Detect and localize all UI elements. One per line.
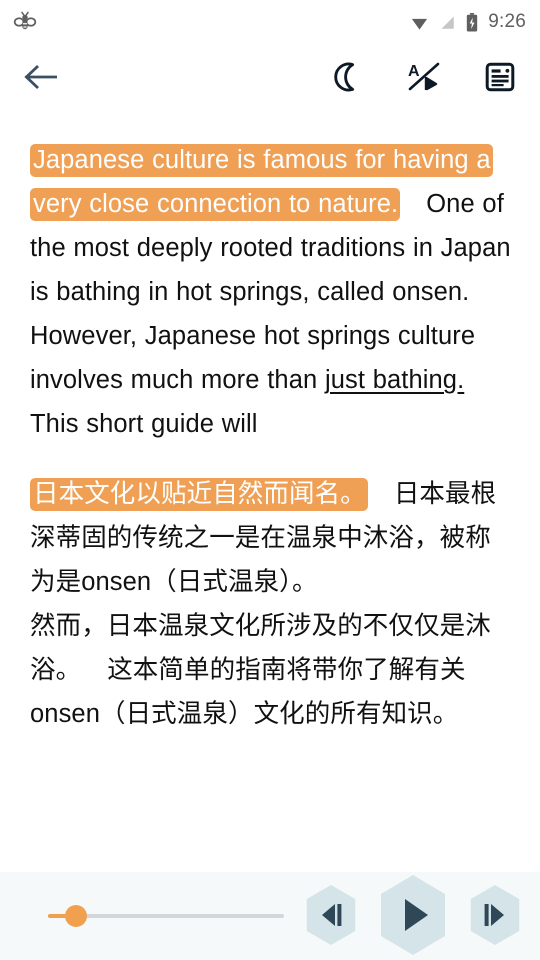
skip-next-icon [466,883,524,950]
skip-previous-icon [302,883,360,950]
play-icon [374,873,452,960]
player-bar [0,872,540,960]
next-button[interactable] [466,883,524,950]
paragraph-chinese-rest-3: 这本简单的指南将带你了解有关onsen（日式温泉）文化的所有知识。 [30,656,466,728]
app-toolbar: A [0,44,540,110]
highlighted-sentence-chinese[interactable]: 日本文化以贴近自然而闻名。 [30,478,368,511]
highlighted-sentence-english[interactable]: Japanese culture is famous for having a … [30,144,493,221]
audio-text-sync-button[interactable]: A [404,57,444,97]
battery-charging-icon [465,12,479,32]
bee-icon [12,9,38,35]
svg-text:A: A [408,63,420,80]
previous-button[interactable] [302,883,360,950]
status-bar-left [12,9,38,35]
underlined-sentence-english[interactable]: just bathing. [325,366,464,394]
slider-thumb[interactable] [65,905,88,927]
paragraph-english-rest-2: This short guide will [30,410,258,438]
status-bar-clock: 9:26 [488,11,526,32]
app-screen: 9:26 A Japanese culture is famous for ha… [0,0,540,960]
article-icon [484,61,516,93]
playback-controls [302,873,524,960]
play-button[interactable] [374,873,452,960]
night-mode-button[interactable] [328,57,368,97]
paragraph-english: Japanese culture is famous for having a … [30,138,512,446]
wifi-icon [410,13,429,32]
back-button[interactable] [20,57,60,97]
playback-progress-slider[interactable] [48,899,284,933]
status-bar: 9:26 [0,0,540,44]
reader-content[interactable]: Japanese culture is famous for having a … [0,110,540,872]
moon-icon [332,61,364,93]
back-arrow-icon [23,64,57,90]
audio-text-sync-icon: A [407,62,441,92]
article-view-button[interactable] [480,57,520,97]
no-signal-icon [438,13,456,31]
paragraph-chinese: 日本文化以贴近自然而闻名。 日本最根深蒂固的传统之一是在温泉中沐浴，被称为是ons… [30,472,512,736]
toolbar-actions: A [328,57,526,97]
status-bar-right: 9:26 [410,11,526,33]
